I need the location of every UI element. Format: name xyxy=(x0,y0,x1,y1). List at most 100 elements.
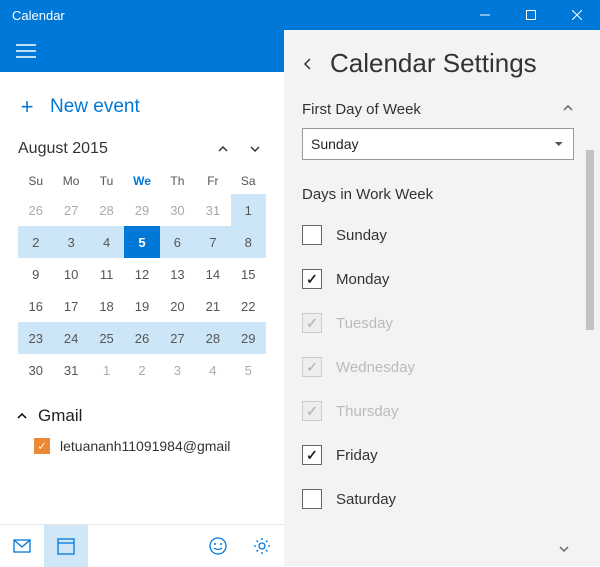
workweek-day-row: Wednesday xyxy=(302,345,574,389)
calendar-day[interactable]: 17 xyxy=(53,290,88,322)
mail-icon xyxy=(12,536,32,556)
workweek-day-row[interactable]: Friday xyxy=(302,433,574,477)
calendar-dow: Mo xyxy=(53,168,88,194)
new-event-button[interactable]: + New event xyxy=(0,72,284,138)
gear-icon xyxy=(252,536,272,556)
calendar-day[interactable]: 2 xyxy=(18,226,53,258)
account-group-toggle[interactable]: Gmail xyxy=(16,406,268,426)
workweek-day-row[interactable]: Saturday xyxy=(302,477,574,521)
calendar-button[interactable] xyxy=(44,525,88,567)
calendar-day[interactable]: 12 xyxy=(124,258,159,290)
account-email-label: letuananh11091984@gmail xyxy=(60,438,230,454)
workweek-day-row[interactable]: Sunday xyxy=(302,213,574,257)
calendar-day[interactable]: 24 xyxy=(53,322,88,354)
settings-title: Calendar Settings xyxy=(330,48,537,79)
calendar-day[interactable]: 5 xyxy=(231,354,266,386)
titlebar: Calendar xyxy=(0,0,600,30)
calendar-day[interactable]: 31 xyxy=(53,354,88,386)
workweek-day-label: Wednesday xyxy=(336,359,415,376)
calendar-day[interactable]: 21 xyxy=(195,290,230,322)
calendar-dow: We xyxy=(124,168,159,194)
calendar-day[interactable]: 8 xyxy=(231,226,266,258)
feedback-button[interactable] xyxy=(196,525,240,567)
work-week-section-label: Days in Work Week xyxy=(302,186,574,203)
calendar-day[interactable]: 6 xyxy=(160,226,195,258)
window-title: Calendar xyxy=(0,8,462,23)
workweek-day-label: Sunday xyxy=(336,227,387,244)
calendar-day[interactable]: 27 xyxy=(160,322,195,354)
calendar-day[interactable]: 19 xyxy=(124,290,159,322)
mail-button[interactable] xyxy=(0,525,44,567)
prev-month-button[interactable] xyxy=(212,138,234,160)
plus-icon: + xyxy=(18,94,36,120)
bottom-nav xyxy=(0,524,284,566)
calendar-day[interactable]: 2 xyxy=(124,354,159,386)
calendar-day[interactable]: 15 xyxy=(231,258,266,290)
workweek-day-row[interactable]: Monday xyxy=(302,257,574,301)
calendar-day[interactable]: 28 xyxy=(89,194,124,226)
next-month-button[interactable] xyxy=(244,138,266,160)
checkbox xyxy=(302,357,322,377)
checkbox[interactable] xyxy=(302,269,322,289)
workweek-day-label: Tuesday xyxy=(336,315,393,332)
first-day-select[interactable]: Sunday xyxy=(302,128,574,160)
calendar-day[interactable]: 5 xyxy=(124,226,159,258)
scrollbar-thumb[interactable] xyxy=(586,150,594,330)
calendar-day[interactable]: 3 xyxy=(53,226,88,258)
calendar-dow: Fr xyxy=(195,168,230,194)
maximize-button[interactable] xyxy=(508,0,554,30)
workweek-day-label: Saturday xyxy=(336,491,396,508)
calendar-day[interactable]: 10 xyxy=(53,258,88,290)
calendar-day[interactable]: 9 xyxy=(18,258,53,290)
calendar-day[interactable]: 3 xyxy=(160,354,195,386)
calendar-day[interactable]: 23 xyxy=(18,322,53,354)
workweek-day-label: Monday xyxy=(336,271,389,288)
checkbox xyxy=(302,401,322,421)
checkbox xyxy=(302,313,322,333)
calendar-day[interactable]: 7 xyxy=(195,226,230,258)
calendar-dow: Su xyxy=(18,168,53,194)
calendar-day[interactable]: 13 xyxy=(160,258,195,290)
calendar-month-label: August 2015 xyxy=(18,140,212,158)
checkbox[interactable] xyxy=(302,445,322,465)
calendar-day[interactable]: 4 xyxy=(89,226,124,258)
accounts-section: Gmail ✓ letuananh11091984@gmail xyxy=(0,392,284,458)
new-event-label: New event xyxy=(50,96,140,118)
calendar-dow: Tu xyxy=(89,168,124,194)
calendar-dow: Th xyxy=(160,168,195,194)
calendar-day[interactable]: 22 xyxy=(231,290,266,322)
settings-panel: Calendar Settings First Day of Week Sund… xyxy=(284,30,600,566)
calendar-day[interactable]: 26 xyxy=(18,194,53,226)
workweek-day-row: Tuesday xyxy=(302,301,574,345)
checkbox[interactable] xyxy=(302,489,322,509)
calendar-day[interactable]: 28 xyxy=(195,322,230,354)
checkbox[interactable] xyxy=(302,225,322,245)
calendar-day[interactable]: 18 xyxy=(89,290,124,322)
calendar-day[interactable]: 1 xyxy=(89,354,124,386)
calendar-day[interactable]: 1 xyxy=(231,194,266,226)
calendar-day[interactable]: 14 xyxy=(195,258,230,290)
hamburger-button[interactable] xyxy=(8,33,44,69)
account-item[interactable]: ✓ letuananh11091984@gmail xyxy=(16,438,268,454)
calendar-day[interactable]: 26 xyxy=(124,322,159,354)
back-button[interactable] xyxy=(298,54,318,74)
calendar-day[interactable]: 4 xyxy=(195,354,230,386)
calendar-day[interactable]: 29 xyxy=(231,322,266,354)
calendar-dow: Sa xyxy=(231,168,266,194)
calendar-day[interactable]: 11 xyxy=(89,258,124,290)
calendar-day[interactable]: 27 xyxy=(53,194,88,226)
calendar-day[interactable]: 30 xyxy=(18,354,53,386)
chevron-down-icon[interactable] xyxy=(558,542,570,560)
calendar-day[interactable]: 31 xyxy=(195,194,230,226)
minimize-button[interactable] xyxy=(462,0,508,30)
chevron-up-icon[interactable] xyxy=(562,101,574,118)
settings-button[interactable] xyxy=(240,525,284,567)
calendar-day[interactable]: 25 xyxy=(89,322,124,354)
calendar-day[interactable]: 30 xyxy=(160,194,195,226)
close-button[interactable] xyxy=(554,0,600,30)
calendar-day[interactable]: 20 xyxy=(160,290,195,322)
workweek-day-label: Thursday xyxy=(336,403,399,420)
calendar-day[interactable]: 16 xyxy=(18,290,53,322)
calendar-day[interactable]: 29 xyxy=(124,194,159,226)
chevron-up-icon xyxy=(16,410,28,422)
